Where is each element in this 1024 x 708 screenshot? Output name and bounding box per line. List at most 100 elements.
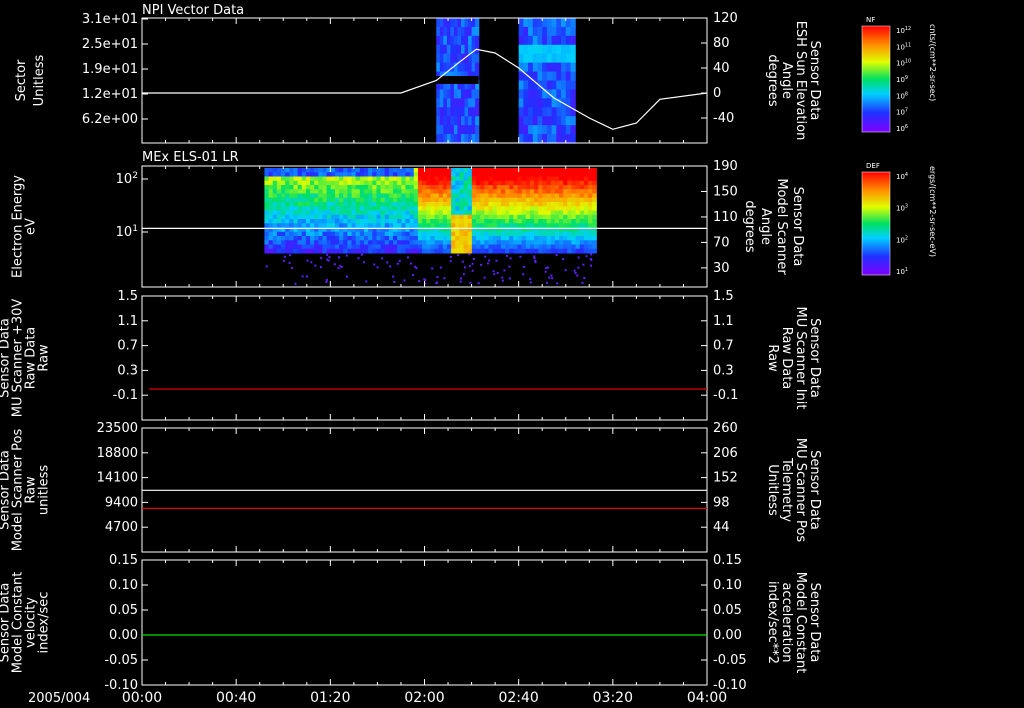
- npi-heatmap-cell: [532, 107, 539, 117]
- npi-heatmap-cell: [528, 35, 534, 46]
- els-heatmap-cell: [293, 197, 299, 203]
- els-heatmap-cell: [434, 240, 440, 245]
- els-heatmap-cell: [326, 206, 332, 211]
- els-heatmap-cell: [500, 189, 506, 194]
- els-heatmap-cell: [559, 176, 564, 182]
- els-heatmap-cell: [409, 185, 415, 190]
- npi-heatmap-cell: [556, 80, 562, 91]
- npi-heatmap-cell: [546, 98, 553, 108]
- els-heatmap-cell: [409, 197, 415, 203]
- left-tick-label: 0.3: [117, 363, 138, 378]
- els-heatmap-cell: [546, 176, 552, 182]
- els-heatmap-cell: [339, 214, 344, 220]
- els-heatmap-cell: [368, 189, 373, 194]
- els-heatmap-cell: [492, 202, 498, 207]
- els-heatmap-cell: [459, 206, 465, 211]
- els-heatmap-cell: [343, 197, 348, 203]
- els-heatmap-cell: [293, 168, 299, 173]
- els-heatmap-cell: [550, 231, 556, 237]
- els-heatmap-cell: [567, 168, 572, 173]
- els-heatmap-cell: [517, 193, 523, 199]
- els-sparse-point: [431, 267, 434, 270]
- x-tick-label: 02:00: [404, 690, 444, 706]
- npi-heatmap-cell: [551, 134, 557, 144]
- npi-heatmap-cell: [542, 98, 548, 108]
- els-heatmap-cell: [579, 185, 585, 190]
- els-heatmap-cell: [330, 210, 336, 216]
- els-heatmap-cell: [388, 206, 394, 211]
- npi-heatmap-cell: [551, 44, 557, 55]
- els-sparse-point: [508, 265, 511, 268]
- els-heatmap-cell: [538, 214, 543, 220]
- els-heatmap-cell: [579, 223, 585, 228]
- els-heatmap-cell: [579, 244, 585, 250]
- els-heatmap-cell: [305, 240, 311, 245]
- right-tick-label: 40: [713, 61, 730, 76]
- els-heatmap-cell: [579, 172, 585, 177]
- els-heatmap-cell: [393, 236, 398, 241]
- els-heatmap-cell: [538, 248, 543, 254]
- els-heatmap-cell: [446, 197, 452, 203]
- els-heatmap-cell: [330, 189, 336, 194]
- els-heatmap-cell: [264, 214, 270, 220]
- els-heatmap-cell: [339, 244, 344, 250]
- els-sparse-point: [389, 265, 392, 268]
- els-heatmap-cell: [534, 240, 539, 245]
- right-axis-label: Sensor Data: [807, 583, 822, 663]
- els-heatmap-cell: [363, 240, 369, 245]
- els-heatmap-cell: [339, 248, 344, 254]
- els-heatmap-cell: [446, 244, 452, 250]
- npi-heatmap-cell: [523, 53, 529, 64]
- npi-heatmap-cell: [439, 62, 444, 73]
- els-heatmap-cell: [393, 223, 398, 228]
- els-heatmap-cell: [571, 202, 577, 207]
- els-heatmap-cell: [281, 219, 286, 224]
- els-sparse-point: [477, 282, 480, 285]
- els-heatmap-cell: [500, 219, 506, 224]
- els-heatmap-cell: [305, 197, 311, 203]
- els-heatmap-cell: [359, 219, 365, 224]
- els-heatmap-cell: [455, 176, 460, 182]
- els-heatmap-cell: [588, 214, 593, 220]
- els-heatmap-cell: [583, 248, 589, 254]
- npi-heatmap-cell: [436, 18, 441, 28]
- els-heatmap-cell: [575, 193, 581, 199]
- els-heatmap-cell: [405, 244, 411, 250]
- els-heatmap-cell: [567, 202, 572, 207]
- els-heatmap-cell: [301, 244, 307, 250]
- els-heatmap-cell: [351, 185, 357, 190]
- npi-heatmap-cell: [443, 62, 448, 73]
- els-heatmap-cell: [376, 185, 382, 190]
- els-heatmap-cell: [509, 180, 514, 186]
- els-heatmap-cell: [451, 176, 456, 182]
- els-heatmap-cell: [554, 180, 560, 186]
- els-heatmap-cell: [388, 210, 394, 216]
- els-heatmap-cell: [372, 244, 377, 250]
- els-heatmap-cell: [471, 231, 477, 237]
- els-heatmap-cell: [281, 214, 286, 220]
- els-heatmap-cell: [538, 210, 543, 216]
- right-tick-label: -0.05: [713, 653, 747, 668]
- els-heatmap-cell: [471, 189, 477, 194]
- els-heatmap-cell: [575, 231, 581, 237]
- panel2-title: MEx ELS-01 LR: [142, 150, 239, 165]
- els-heatmap-cell: [401, 231, 406, 237]
- els-heatmap-cell: [430, 206, 436, 211]
- els-heatmap-cell: [430, 231, 436, 237]
- npi-heatmap-cell: [475, 125, 480, 135]
- npi-heatmap-cell: [528, 80, 534, 91]
- els-heatmap-cell: [521, 219, 527, 224]
- npi-heatmap-cell: [468, 26, 473, 37]
- els-heatmap-cell: [393, 231, 398, 237]
- els-heatmap-cell: [563, 240, 568, 245]
- x-tick-label: 02:40: [498, 690, 538, 706]
- els-heatmap-cell: [310, 180, 315, 186]
- els-heatmap-cell: [579, 202, 585, 207]
- npi-heatmap-cell: [457, 35, 462, 46]
- els-heatmap-cell: [563, 197, 568, 203]
- els-heatmap-cell: [343, 214, 348, 220]
- els-heatmap-cell: [376, 231, 382, 237]
- els-heatmap-cell: [492, 244, 498, 250]
- els-heatmap-cell: [592, 206, 597, 211]
- els-heatmap-cell: [384, 223, 390, 228]
